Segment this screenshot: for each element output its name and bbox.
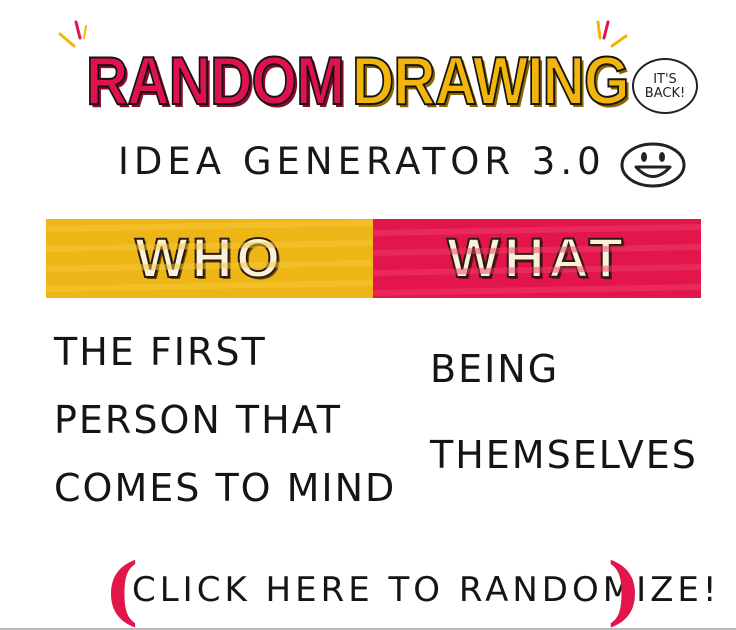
who-result-line: COMES TO MIND (54, 466, 397, 510)
randomize-button[interactable]: ( CLICK HERE TO RANDOMIZE! ) (104, 548, 717, 630)
page-subtitle: IDEA GENERATOR 3.0 (118, 140, 606, 183)
right-paren-icon: ) (606, 548, 642, 630)
title-drawing: DRAWING (351, 42, 630, 120)
who-label: WHO (134, 226, 284, 289)
title-random: RANDOM (85, 42, 346, 120)
what-category-header: WHAT (373, 219, 701, 298)
what-result-line: THEMSELVES (430, 433, 698, 477)
app-title: RANDOM DRAWING (0, 32, 736, 132)
who-result: THE FIRST PERSON THAT COMES TO MIND (54, 318, 396, 522)
bubble-text: IT'S BACK! (644, 72, 686, 101)
grinning-face-icon (620, 142, 686, 188)
what-result-line: BEING (430, 347, 560, 391)
who-result-line: THE FIRST (54, 330, 267, 374)
speech-bubble: IT'S BACK! (632, 58, 698, 114)
who-category-header: WHO (46, 219, 373, 298)
who-result-line: PERSON THAT (54, 398, 342, 442)
what-result: BEING THEMSELVES (430, 326, 698, 498)
what-label: WHAT (446, 226, 627, 289)
